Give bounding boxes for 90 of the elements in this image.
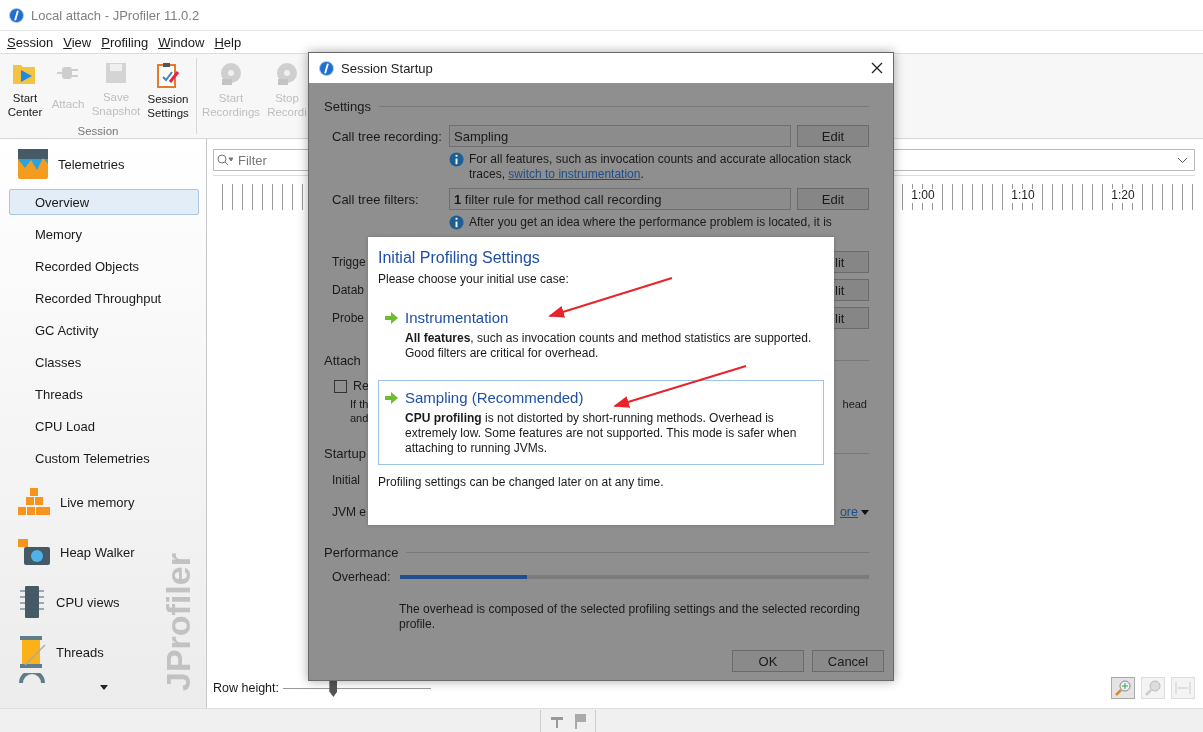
- field-label: Initial: [332, 473, 360, 487]
- sidebar-item[interactable]: Classes: [9, 349, 199, 375]
- dialog-button[interactable]: OK: [732, 650, 804, 672]
- sidebar-item[interactable]: Overview: [9, 189, 199, 215]
- field-label: Call tree filters:: [332, 191, 420, 207]
- section-label: Live memory: [60, 494, 135, 510]
- edit-button[interactable]: Edit: [797, 125, 869, 147]
- menu-item[interactable]: Help: [209, 34, 247, 50]
- sidebar-section[interactable]: CPU views: [0, 577, 126, 627]
- info-text: For all features, such as invocation counts and accurate allocation stack traces, switch to instrumentation.: [469, 152, 853, 182]
- note-text: head: [842, 398, 867, 412]
- sidebar-section[interactable]: Heap Walker: [0, 527, 141, 577]
- arrow-right-icon: [385, 391, 398, 404]
- film-reel-icon: [274, 62, 300, 86]
- field-label: Probe: [332, 311, 365, 325]
- popup-footer: Profiling settings can be changed later on at any time.: [378, 475, 824, 489]
- menu-item[interactable]: Session: [2, 34, 59, 50]
- slider-thumb[interactable]: [329, 679, 338, 697]
- chart-icon: [17, 148, 49, 180]
- chevron-down-icon: [1177, 156, 1188, 164]
- field-label: Trigge: [332, 255, 366, 269]
- dialog-button[interactable]: Cancel: [812, 650, 884, 672]
- sidebar-item[interactable]: Memory: [9, 221, 199, 247]
- note-text: The overhead is composed of the selected profiling settings and the selected recording profile.: [398, 602, 861, 632]
- field-label: Call tree recording:: [332, 128, 443, 144]
- note-text: If th: [350, 398, 369, 412]
- flag-icon: [573, 712, 587, 729]
- menu-item[interactable]: View: [58, 34, 97, 50]
- sidebar-section[interactable]: Live memory: [0, 477, 141, 527]
- app-icon: [319, 60, 334, 76]
- option-description: All features, such as invocation counts and method statistics are supported. Good filters are critical for overhead.: [404, 331, 813, 361]
- menu-item[interactable]: Window: [153, 34, 210, 50]
- chip-icon: [17, 585, 47, 619]
- note-text: and: [350, 412, 369, 426]
- scroll-down-icon[interactable]: [100, 685, 108, 690]
- section-heading: Settings: [324, 98, 371, 114]
- cubes-icon: [17, 487, 51, 517]
- window-title: Local attach - JProfiler 11.0.2: [31, 7, 200, 23]
- app-icon: [9, 7, 24, 23]
- film-reel-icon: [218, 62, 244, 86]
- zoom-out-icon: [1145, 680, 1161, 696]
- sidebar-item[interactable]: Recorded Throughput: [9, 285, 199, 311]
- value-field[interactable]: Sampling: [449, 125, 791, 147]
- sidebar-item[interactable]: Custom Telemetries: [9, 445, 199, 471]
- option-description: CPU profiling is not distorted by short-running methods. Overhead is extremely low. Some features are not supported. This mode is safer when attaching to running JVMs.: [404, 411, 798, 456]
- popup-prompt: Please choose your initial use case:: [378, 272, 570, 286]
- search-icon: [217, 154, 233, 166]
- menu-item[interactable]: Profiling: [96, 34, 154, 50]
- spool-icon: [17, 635, 47, 669]
- row-height-label: Row height:: [213, 681, 279, 695]
- toolbar-button[interactable]: Session Settings: [144, 62, 192, 122]
- group-label: Session: [76, 125, 120, 137]
- popup-title: Initial Profiling Settings: [378, 249, 541, 267]
- toolbar-button[interactable]: Start Center: [4, 62, 46, 122]
- section-heading: Startup: [324, 445, 366, 461]
- sidebar-item[interactable]: CPU Load: [9, 413, 199, 439]
- section-label: Heap Walker: [60, 544, 135, 560]
- caret-down-icon: [861, 509, 869, 515]
- partial-icon: [18, 673, 46, 683]
- info-icon: [449, 215, 464, 230]
- section-label: Threads: [56, 644, 104, 660]
- sidebar-item[interactable]: GC Activity: [9, 317, 199, 343]
- value-field[interactable]: 1 filter rule for method call recording: [449, 188, 791, 210]
- section-label: Telemetries: [58, 156, 125, 172]
- option-title: Instrumentation: [405, 309, 509, 326]
- field-label: Datab: [332, 283, 365, 297]
- sidebar-item[interactable]: Threads: [9, 381, 199, 407]
- section-label: CPU views: [56, 594, 120, 610]
- profiling-option[interactable]: Instrumentation All features, such as invocation counts and method statistics are supported. Good filters are critical for overhead.: [378, 300, 824, 370]
- clipboard-pencil-icon: [156, 62, 180, 88]
- checkbox-label: Re: [353, 379, 369, 393]
- profiling-option[interactable]: Sampling (Recommended) CPU profiling is not distorted by short-running methods. Overhead is extremely low. Some features are not supported. This mode is safer when attaching to running JVMs.: [378, 380, 824, 465]
- checkbox[interactable]: [334, 379, 347, 393]
- close-icon[interactable]: [871, 62, 883, 74]
- section-heading: Attach: [324, 352, 361, 368]
- option-title: Sampling (Recommended): [405, 389, 584, 406]
- sidebar-section[interactable]: Threads: [0, 627, 110, 677]
- arrow-right-icon: [385, 311, 398, 324]
- sidebar-section[interactable]: Telemetries: [0, 139, 131, 189]
- edit-button[interactable]: Edit: [797, 188, 869, 210]
- info-icon: [449, 152, 464, 167]
- field-label: JVM e: [332, 505, 366, 519]
- dialog-title: Session Startup: [341, 60, 434, 76]
- zoom-in-icon: [1115, 680, 1131, 696]
- sidebar-item[interactable]: Recorded Objects: [9, 253, 199, 279]
- section-heading: Performance: [324, 544, 399, 560]
- folder-play-icon: [12, 62, 38, 86]
- info-text: After you get an idea where the performance problem is located, it is: [469, 215, 833, 230]
- camera-icon: [17, 537, 51, 567]
- field-label: Overhead:: [332, 570, 391, 584]
